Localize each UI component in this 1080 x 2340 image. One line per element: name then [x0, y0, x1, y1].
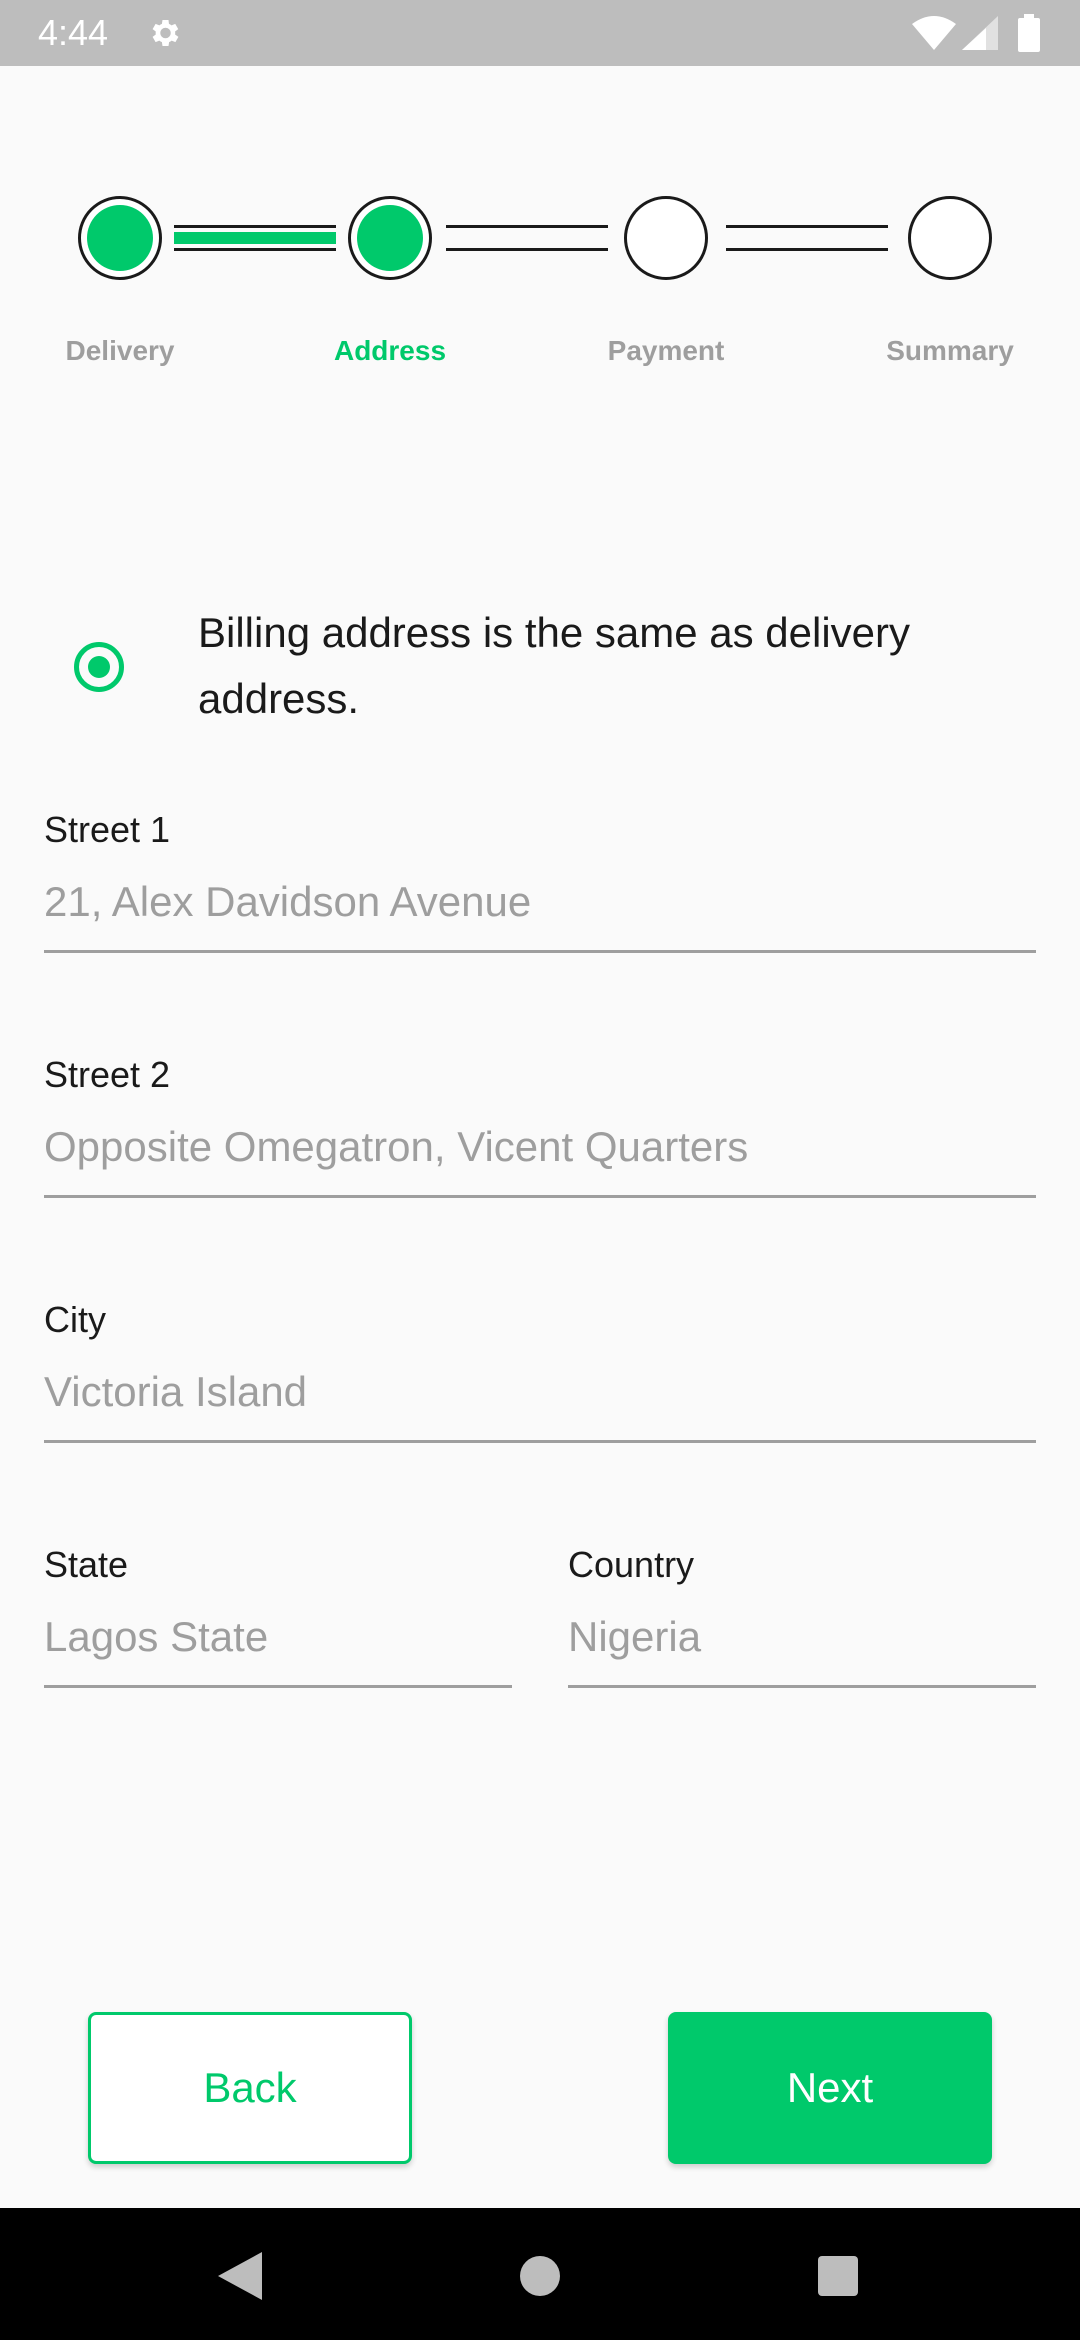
state-label: State	[44, 1544, 129, 1585]
checkout-stepper: Delivery Address Payment Summary	[0, 196, 1080, 382]
step-label-payment: Payment	[607, 335, 725, 366]
city-label: City	[44, 1299, 106, 1340]
street1-underline	[44, 950, 1036, 953]
street1-label: Street 1	[44, 809, 171, 850]
city-input[interactable]	[44, 1366, 1036, 1418]
wifi-icon	[912, 16, 956, 50]
country-input[interactable]	[568, 1611, 1036, 1663]
step-summary-indicator	[908, 196, 992, 280]
step-payment-indicator	[624, 196, 708, 280]
step-label-delivery: Delivery	[65, 335, 175, 366]
country-label: Country	[568, 1544, 695, 1585]
recents-square-icon[interactable]	[818, 2256, 858, 2296]
system-nav-bar	[0, 2208, 1080, 2340]
status-time: 4:44	[38, 12, 109, 53]
street2-underline	[44, 1195, 1036, 1198]
home-circle-icon[interactable]	[520, 2256, 560, 2296]
street2-label: Street 2	[44, 1054, 171, 1095]
city-underline	[44, 1440, 1036, 1443]
step-connector-1	[174, 225, 336, 251]
billing-same-radio[interactable]	[74, 642, 124, 692]
billing-same-label: Billing address is the same as delivery …	[198, 609, 910, 722]
country-underline	[568, 1685, 1036, 1688]
status-bar: 4:44	[0, 0, 1080, 66]
back-button[interactable]: Back	[88, 2012, 412, 2164]
state-input[interactable]	[44, 1611, 512, 1663]
street2-input[interactable]	[44, 1121, 1036, 1173]
signal-icon	[962, 16, 998, 50]
step-connector-3	[726, 225, 888, 251]
street1-input[interactable]	[44, 876, 1036, 928]
step-delivery-indicator	[78, 196, 162, 280]
battery-icon	[1018, 14, 1040, 52]
gear-icon	[152, 19, 179, 47]
step-connector-2	[446, 225, 608, 251]
step-label-address: Address	[333, 335, 447, 366]
step-label-summary: Summary	[886, 335, 1014, 366]
next-button[interactable]: Next	[668, 2012, 992, 2164]
back-triangle-icon[interactable]	[218, 2252, 262, 2300]
state-underline	[44, 1685, 512, 1688]
step-address-indicator	[348, 196, 432, 280]
